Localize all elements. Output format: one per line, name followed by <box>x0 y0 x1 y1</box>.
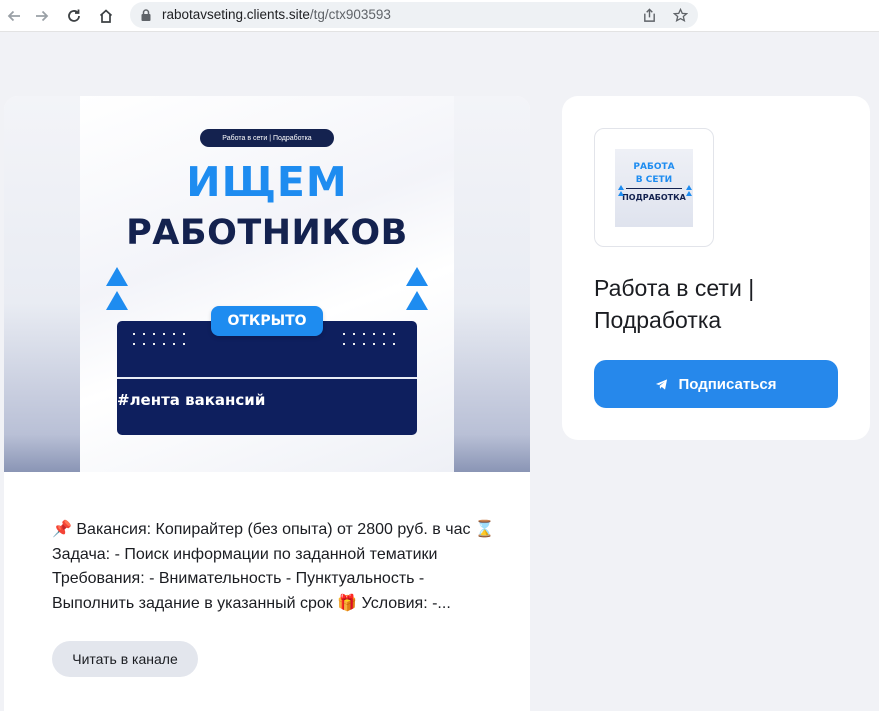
reload-icon[interactable] <box>63 5 85 27</box>
logo-divider <box>626 188 682 189</box>
bookmark-star-icon[interactable] <box>671 6 689 24</box>
read-in-channel-button[interactable]: Читать в канале <box>52 641 198 677</box>
post-text-line: Выполнить задание в указанный срок 🎁 Усл… <box>52 594 451 612</box>
poster-badge: ОТКРЫТО <box>211 306 323 336</box>
subscribe-label: Подписаться <box>678 375 777 393</box>
logo-line1: РАБОТА <box>633 162 675 172</box>
post-text-line: 📌 Вакансия: Копирайтер (без опыта) от 28… <box>52 521 495 538</box>
telegram-icon <box>656 378 668 390</box>
post-text-line: Требования: - Внимательность - Пунктуаль… <box>52 570 425 587</box>
channel-logo: РАБОТА В СЕТИ ПОДРАБОТКА <box>615 149 693 227</box>
channel-avatar[interactable]: РАБОТА В СЕТИ ПОДРАБОТКА <box>594 128 714 247</box>
poster-panel: #лента вакансий <box>117 321 417 435</box>
poster-title-line2: РАБОТНИКОВ <box>126 213 408 253</box>
url-path: /tg/ctx903593 <box>309 7 391 22</box>
triangle-icon <box>686 185 692 190</box>
share-icon[interactable] <box>640 6 658 24</box>
post-text: 📌 Вакансия: Копирайтер (без опыта) от 28… <box>52 518 512 616</box>
url-host: rabotavseting.clients.site <box>162 7 310 22</box>
triangle-icon <box>406 267 428 286</box>
triangle-icon <box>106 267 128 286</box>
post-card: Работа в сети | Подработка ИЩЕМ РАБОТНИК… <box>4 96 530 711</box>
triangle-icon <box>686 191 692 196</box>
poster-pill: Работа в сети | Подработка <box>200 129 334 147</box>
url-text[interactable]: rabotavseting.clients.site/tg/ctx903593 <box>162 7 391 22</box>
poster-divider <box>117 377 417 379</box>
triangle-icon <box>618 185 624 190</box>
triangle-icon <box>106 291 128 310</box>
home-icon[interactable] <box>95 5 117 27</box>
address-bar[interactable]: rabotavseting.clients.site/tg/ctx903593 <box>130 2 698 28</box>
dot-pattern <box>129 329 189 349</box>
subscribe-button[interactable]: Подписаться <box>594 360 838 408</box>
browser-toolbar: rabotavseting.clients.site/tg/ctx903593 <box>0 0 879 32</box>
post-image[interactable]: Работа в сети | Подработка ИЩЕМ РАБОТНИК… <box>4 96 530 472</box>
channel-name: Работа в сети | Подработка <box>594 275 755 333</box>
poster-title-line1: ИЩЕМ <box>186 158 348 206</box>
logo-line3: ПОДРАБОТКА <box>622 193 686 202</box>
post-text-line: Задача: - Поиск информации по заданной т… <box>52 545 438 563</box>
logo-line2: В СЕТИ <box>635 175 673 185</box>
forward-arrow-icon[interactable] <box>31 5 53 27</box>
triangle-icon <box>618 191 624 196</box>
channel-card: РАБОТА В СЕТИ ПОДРАБОТКА Работа в сети |… <box>562 96 870 440</box>
back-arrow-icon[interactable] <box>3 5 25 27</box>
triangle-icon <box>406 291 428 310</box>
poster-tag: #лента вакансий <box>117 391 266 409</box>
dot-pattern <box>339 329 399 349</box>
lock-icon[interactable] <box>139 8 153 22</box>
post-image-poster: Работа в сети | Подработка ИЩЕМ РАБОТНИК… <box>80 96 454 472</box>
